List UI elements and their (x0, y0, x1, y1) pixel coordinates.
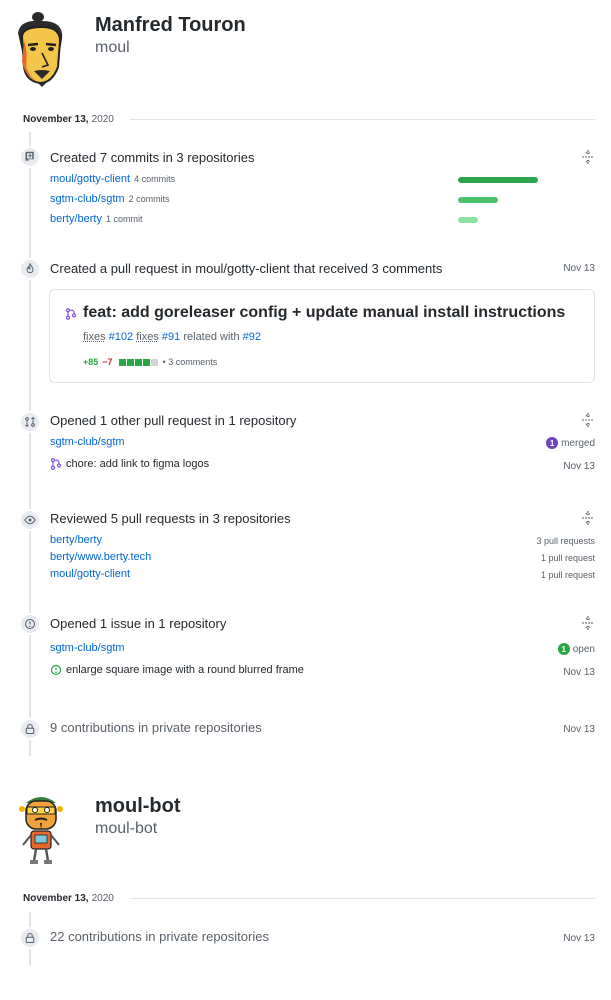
fold-icon[interactable] (581, 413, 595, 427)
pr-title[interactable]: feat: add goreleaser config + update man… (83, 304, 565, 322)
date-year: 2020 (91, 892, 114, 904)
open-count: 1 (557, 643, 570, 655)
commit-count[interactable]: 1 commit (106, 214, 143, 224)
review-repo: berty/www.berty.tech (50, 551, 151, 563)
lock-icon (19, 927, 41, 949)
repo-link[interactable]: moul/gotty-client (50, 568, 130, 580)
other-pr-summary: Opened 1 other pull request in 1 reposit… (50, 413, 297, 428)
private-date: Nov 13 (563, 724, 595, 735)
additions: +85 (83, 357, 99, 367)
review-count[interactable]: 1 pull request (541, 553, 595, 563)
review-count[interactable]: 3 pull requests (536, 536, 595, 546)
open-label: open (572, 643, 595, 655)
review-count[interactable]: 1 pull request (541, 570, 595, 580)
private-date: Nov 13 (563, 933, 595, 944)
pr-refs: fixes #102 fixes #91 related with #92 (83, 331, 261, 343)
other-pr-date: Nov 13 (563, 461, 595, 472)
lock-icon (19, 718, 41, 740)
commit-count[interactable]: 4 commits (134, 174, 175, 184)
repo-link[interactable]: sgtm-club/sgtm (50, 642, 125, 654)
review-repo: moul/gotty-client (50, 568, 130, 580)
avatar-manfred (12, 11, 72, 87)
ref-keyword: related with (183, 331, 240, 343)
pr-date: Nov 13 (563, 263, 595, 274)
repo-link[interactable]: berty/www.berty.tech (50, 551, 151, 563)
merged-label: merged (561, 437, 595, 449)
issue-repo: sgtm-club/sgtm (50, 642, 125, 654)
comments-count[interactable]: • 3 comments (163, 357, 218, 367)
flame-icon (19, 258, 41, 280)
repo-link[interactable]: moul/gotty-client (50, 173, 130, 185)
user-name[interactable]: moul-bot (95, 795, 181, 818)
issue-icon (19, 613, 41, 635)
commit-bar (458, 197, 498, 203)
private-summary: 9 contributions in private repositories (50, 720, 262, 735)
timeline-line (29, 132, 31, 756)
pr-summary: Created a pull request in moul/gotty-cli… (50, 261, 443, 276)
repo-link[interactable]: sgtm-club/sgtm (50, 436, 125, 448)
commit-count[interactable]: 2 commits (129, 194, 170, 204)
fold-icon[interactable] (581, 150, 595, 164)
ref-keyword: fixes (136, 331, 159, 343)
user-login[interactable]: moul-bot (95, 820, 157, 838)
ref-keyword: fixes (83, 331, 106, 343)
pr-diffstat: +85 −7 • 3 comments (83, 357, 217, 367)
repo-link[interactable]: berty/berty (50, 213, 102, 225)
repo-push-icon (19, 146, 41, 168)
issue-open-icon (50, 664, 62, 676)
commits-summary: Created 7 commits in 3 repositories (50, 150, 255, 165)
open-badge: 1 open (557, 643, 595, 655)
merged-count: 1 (546, 437, 559, 449)
commit-bar (458, 177, 538, 183)
issue-ref-link[interactable]: #91 (162, 331, 180, 343)
date-rule (129, 897, 595, 899)
deletions: −7 (102, 357, 113, 367)
commit-repo-row: berty/berty 1 commit (50, 213, 142, 225)
issue-item-title[interactable]: enlarge square image with a round blurre… (66, 664, 304, 676)
fold-icon[interactable] (581, 616, 595, 630)
issue-ref-link[interactable]: #92 (243, 331, 261, 343)
pr-item: chore: add link to figma logos (50, 458, 209, 470)
fold-icon[interactable] (581, 511, 595, 525)
reviews-summary: Reviewed 5 pull requests in 3 repositori… (50, 511, 291, 526)
git-compare-icon (19, 411, 41, 433)
private-summary: 22 contributions in private repositories (50, 929, 269, 944)
commit-repo-row: sgtm-club/sgtm 2 commits (50, 193, 170, 205)
date-divider: November 13, 2020 (23, 891, 595, 905)
issue-item: enlarge square image with a round blurre… (50, 664, 304, 676)
repo-link[interactable]: sgtm-club/sgtm (50, 193, 125, 205)
issue-ref-link[interactable]: #102 (109, 331, 133, 343)
issue-summary: Opened 1 issue in 1 repository (50, 616, 227, 631)
date-month-day: November 13, (23, 113, 89, 125)
date-month-day: November 13, (23, 892, 89, 904)
date-rule (129, 118, 595, 120)
issue-date: Nov 13 (563, 667, 595, 678)
other-pr-repo: sgtm-club/sgtm (50, 436, 125, 448)
commit-bar (458, 217, 478, 223)
user-name[interactable]: Manfred Touron (95, 14, 246, 37)
merged-badge: 1 merged (546, 437, 595, 449)
pr-open-icon (65, 308, 77, 320)
repo-link[interactable]: berty/berty (50, 534, 102, 546)
pr-card: feat: add goreleaser config + update man… (49, 289, 595, 383)
diff-boxes (118, 358, 158, 366)
merged-pr-icon (50, 458, 62, 470)
date-divider: November 13, 2020 (23, 112, 595, 126)
commit-repo-row: moul/gotty-client 4 commits (50, 173, 175, 185)
pr-item-title[interactable]: chore: add link to figma logos (66, 458, 209, 470)
date-year: 2020 (91, 113, 114, 125)
user-login[interactable]: moul (95, 39, 130, 57)
avatar-moul-bot (18, 793, 64, 867)
eye-icon (19, 509, 41, 531)
review-repo: berty/berty (50, 534, 102, 546)
